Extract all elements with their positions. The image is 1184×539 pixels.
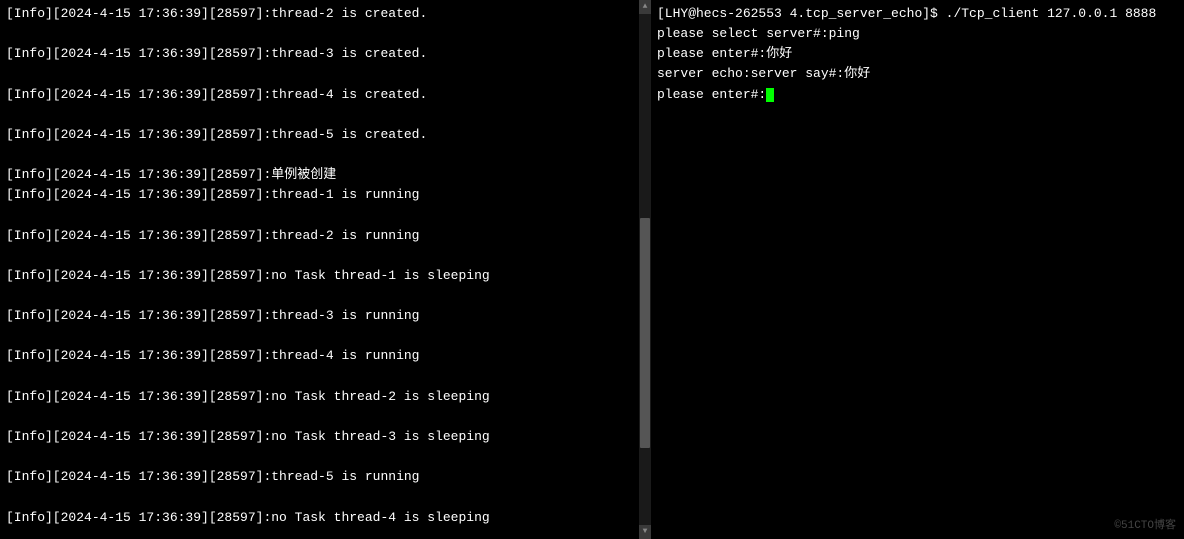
blank-line [6,407,643,427]
blank-line [6,447,643,467]
client-terminal-pane[interactable]: [LHY@hecs-262553 4.tcp_server_echo]$ ./T… [651,0,1184,539]
blank-line [6,487,643,507]
scroll-down-button[interactable]: ▼ [639,525,651,539]
scroll-thumb[interactable] [640,218,650,448]
left-scrollbar[interactable]: ▲ ▼ [639,0,651,539]
blank-line [6,105,643,125]
blank-line [6,528,643,539]
input-prompt: please enter#: [657,87,766,102]
blank-line [6,246,643,266]
server-terminal-pane[interactable]: [Info][2024-4-15 17:36:39][28597]:thread… [0,0,651,539]
log-line: [Info][2024-4-15 17:36:39][28597]:thread… [6,226,643,246]
log-line: [Info][2024-4-15 17:36:39][28597]:thread… [6,346,643,366]
log-line: [Info][2024-4-15 17:36:39][28597]:no Tas… [6,387,643,407]
scroll-track[interactable] [639,14,651,525]
client-output-line: please enter#:你好 [657,44,1178,64]
blank-line [6,286,643,306]
blank-line [6,367,643,387]
blank-line [6,205,643,225]
blank-line [6,64,643,84]
log-line: [Info][2024-4-15 17:36:39][28597]:thread… [6,44,643,64]
client-input-line[interactable]: please enter#: [657,85,1178,105]
log-line: [Info][2024-4-15 17:36:39][28597]:thread… [6,306,643,326]
shell-prompt-line: [LHY@hecs-262553 4.tcp_server_echo]$ ./T… [657,4,1178,24]
cursor-icon [766,88,774,102]
log-line: [Info][2024-4-15 17:36:39][28597]:thread… [6,467,643,487]
log-line: [Info][2024-4-15 17:36:39][28597]:no Tas… [6,266,643,286]
client-output-line: server echo:server say#:你好 [657,64,1178,84]
blank-line [6,326,643,346]
log-line: [Info][2024-4-15 17:36:39][28597]:单例被创建 [6,165,643,185]
log-line: [Info][2024-4-15 17:36:39][28597]:thread… [6,185,643,205]
log-line: [Info][2024-4-15 17:36:39][28597]:thread… [6,4,643,24]
blank-line [6,24,643,44]
log-line: [Info][2024-4-15 17:36:39][28597]:no Tas… [6,508,643,528]
scroll-up-button[interactable]: ▲ [639,0,651,14]
log-line: [Info][2024-4-15 17:36:39][28597]:thread… [6,85,643,105]
client-output-line: please select server#:ping [657,24,1178,44]
log-line: [Info][2024-4-15 17:36:39][28597]:thread… [6,125,643,145]
blank-line [6,145,643,165]
log-line: [Info][2024-4-15 17:36:39][28597]:no Tas… [6,427,643,447]
